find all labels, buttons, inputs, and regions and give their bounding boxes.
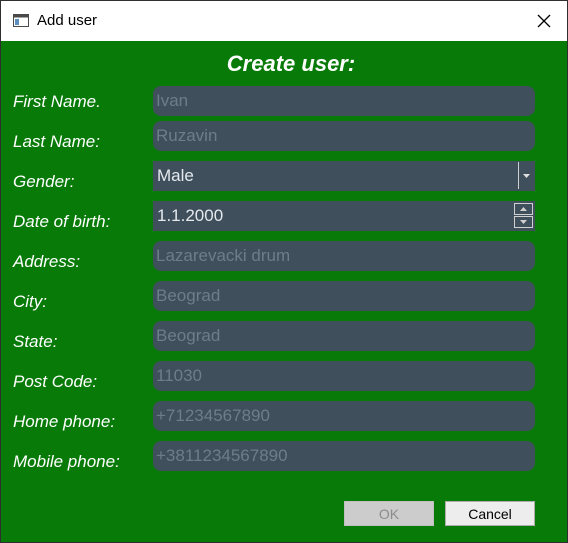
window-title: Add user [37, 12, 98, 29]
mobile-phone-field[interactable]: +3811234567890 [153, 441, 535, 471]
ok-button[interactable]: OK [344, 501, 434, 526]
state-label: State: [13, 332, 58, 351]
address-field[interactable]: Lazarevacki drum [153, 241, 535, 271]
spin-down-icon [520, 220, 527, 224]
gender-dropdown-button[interactable] [518, 162, 534, 189]
dob-spin-down[interactable] [514, 216, 533, 228]
chevron-down-icon [523, 173, 530, 178]
gender-value: Male [157, 166, 194, 185]
title-bar[interactable]: Add user [1, 1, 567, 41]
city-field[interactable]: Beograd [153, 281, 535, 311]
cancel-button[interactable]: Cancel [445, 501, 535, 526]
first-name-label: First Name. [13, 92, 101, 111]
first-name-field[interactable]: Ivan [153, 86, 535, 116]
close-icon [537, 14, 551, 28]
home-phone-field[interactable]: +71234567890 [153, 401, 535, 431]
dob-field[interactable]: 1.1.2000 [153, 201, 535, 231]
gender-select[interactable]: Male [153, 161, 535, 191]
state-field[interactable]: Beograd [153, 321, 535, 351]
last-name-label: Last Name: [13, 132, 100, 151]
dob-spin-up[interactable] [514, 203, 533, 215]
window-icon [13, 14, 29, 27]
mobile-phone-label: Mobile phone: [13, 452, 120, 471]
form-area: Create user: First Name. Ivan Last Name:… [1, 41, 567, 542]
form-heading: Create user: [226, 51, 356, 76]
home-phone-label: Home phone: [13, 412, 116, 431]
dob-value: 1.1.2000 [157, 206, 224, 225]
dob-label: Date of birth: [13, 212, 111, 231]
gender-label: Gender: [13, 172, 75, 191]
last-name-field[interactable]: Ruzavin [153, 121, 535, 151]
close-button[interactable] [521, 1, 567, 41]
spin-up-icon [520, 207, 527, 211]
post-code-label: Post Code: [13, 372, 98, 391]
address-label: Address: [13, 252, 81, 271]
post-code-field[interactable]: 11030 [153, 361, 535, 391]
add-user-window: Add user Create user: First Name. Ivan L… [0, 0, 568, 543]
city-label: City: [13, 292, 47, 311]
